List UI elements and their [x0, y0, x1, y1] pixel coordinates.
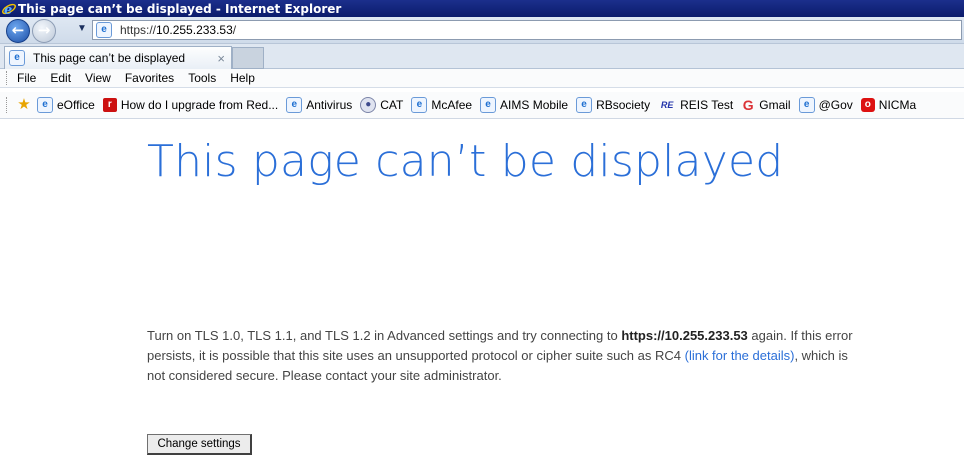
favorite-eoffice[interactable]: e eOffice — [37, 97, 95, 113]
cat-icon: ● — [360, 97, 377, 113]
tab-label: This page can’t be displayed — [33, 51, 186, 65]
favorite-gmail[interactable]: G Gmail — [741, 97, 791, 113]
tab-strip: e This page can’t be displayed × — [0, 44, 964, 69]
favorite-cat[interactable]: ● CAT — [360, 97, 403, 113]
ie-icon: e — [480, 97, 497, 113]
internet-explorer-logo-icon: e — [1, 1, 17, 17]
ie-icon: e — [411, 97, 428, 113]
error-host: https://10.255.233.53 — [621, 328, 748, 343]
ie-icon: e — [576, 97, 593, 113]
forward-button[interactable]: → — [32, 19, 56, 43]
window-titlebar: e This page can’t be displayed - Interne… — [0, 0, 964, 17]
window-title: This page can’t be displayed - Internet … — [18, 1, 342, 16]
error-message: Turn on TLS 1.0, TLS 1.1, and TLS 1.2 in… — [147, 328, 853, 383]
google-icon: G — [742, 97, 754, 113]
address-field[interactable]: e https://10.255.233.53/ — [92, 20, 962, 40]
details-link[interactable]: (link for the details) — [685, 348, 795, 363]
redhat-icon: r — [102, 98, 117, 112]
favorite-nicma[interactable]: o NICMa — [860, 98, 916, 112]
back-button[interactable]: ← — [6, 19, 30, 43]
history-dropdown-icon[interactable]: ▼ — [77, 23, 87, 34]
favorites-bar: ★ e eOffice r How do I upgrade from Red...… — [0, 92, 964, 119]
favorites-grip — [6, 97, 9, 113]
address-toolbar: ← → ▼ e https://10.255.233.53/ — [0, 17, 964, 44]
menu-bar: File Edit View Favorites Tools Help — [0, 69, 964, 88]
reis-icon: RE — [660, 100, 674, 110]
favorite-aims-mobile[interactable]: e AIMS Mobile — [480, 97, 568, 113]
page-headline: This page can’t be displayed — [147, 136, 784, 187]
favorite-gov[interactable]: e @Gov — [798, 97, 853, 113]
forward-arrow-icon: → — [37, 21, 51, 39]
back-arrow-icon: ← — [11, 21, 25, 39]
tab-close-icon[interactable]: × — [217, 51, 225, 66]
favorite-antivirus[interactable]: e Antivirus — [286, 97, 352, 113]
menu-grip — [6, 71, 9, 85]
favorite-mcafee[interactable]: e McAfee — [411, 97, 472, 113]
ie-icon: e — [37, 97, 53, 113]
menu-file[interactable]: File — [17, 71, 36, 85]
nic-icon: o — [860, 98, 875, 112]
favorite-rbsociety[interactable]: e RBsociety — [576, 97, 650, 113]
menu-help[interactable]: Help — [230, 71, 255, 85]
svg-text:e: e — [4, 3, 12, 17]
tab-current[interactable]: e This page can’t be displayed × — [4, 46, 232, 69]
menu-favorites[interactable]: Favorites — [125, 71, 174, 85]
tab-ie-icon: e — [9, 50, 25, 66]
address-url: https://10.255.233.53/ — [120, 23, 237, 37]
ie-icon: e — [798, 97, 815, 113]
change-settings-button[interactable]: Change settings — [147, 434, 252, 455]
menu-view[interactable]: View — [85, 71, 111, 85]
site-ie-icon: e — [96, 22, 112, 38]
new-tab-button[interactable] — [232, 47, 264, 69]
favorite-reis-test[interactable]: RE REIS Test — [658, 98, 733, 112]
ie-icon: e — [286, 97, 303, 113]
add-favorite-star-icon[interactable]: ★ — [15, 97, 33, 112]
menu-tools[interactable]: Tools — [188, 71, 216, 85]
favorite-redhat-upgrade[interactable]: r How do I upgrade from Red... — [102, 98, 278, 112]
menu-edit[interactable]: Edit — [50, 71, 71, 85]
